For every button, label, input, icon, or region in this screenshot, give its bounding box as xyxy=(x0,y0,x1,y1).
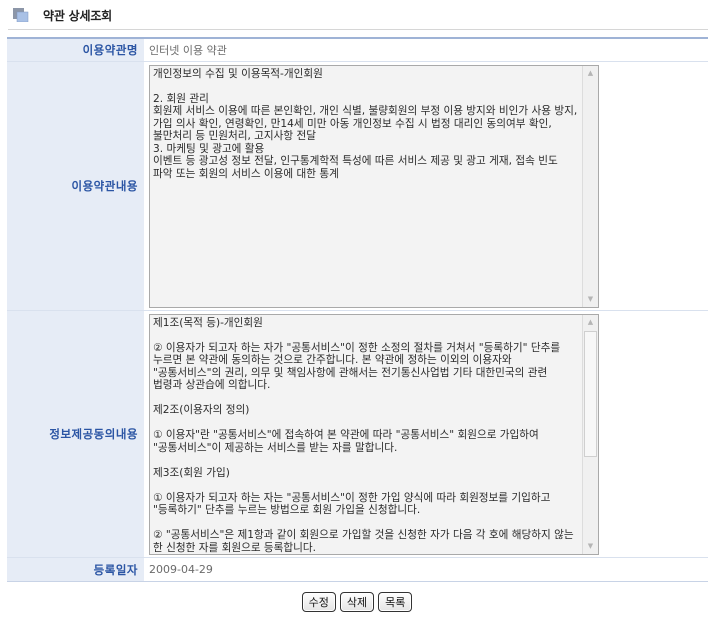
info-consent-scrollbar[interactable]: ▲ ▼ xyxy=(582,314,598,554)
reg-date-value: 2009-04-29 xyxy=(144,558,708,581)
terms-content-scrollbar[interactable]: ▲ ▼ xyxy=(582,65,598,307)
list-button[interactable]: 목록 xyxy=(378,592,413,612)
scroll-down-arrow-icon[interactable]: ▼ xyxy=(583,539,598,554)
terms-content-textarea[interactable]: 개인정보의 수집 및 이용목적-개인회원 2. 회원 관리 회원제 서비스 이용… xyxy=(149,64,599,308)
terms-content-label: 이용약관내용 xyxy=(7,62,144,310)
info-consent-textarea[interactable]: 제1조(목적 등)-개인회원 ② 이용자가 되고자 하는 자가 "공통서비스"이… xyxy=(149,313,599,555)
terms-title-label: 이용약관명 xyxy=(7,39,144,61)
delete-button[interactable]: 삭제 xyxy=(339,592,375,612)
reg-date-label: 등록일자 xyxy=(7,558,144,581)
reg-date-row: 등록일자 2009-04-29 xyxy=(7,558,708,581)
info-consent-label: 정보제공동의내용 xyxy=(7,311,144,557)
info-consent-text: 제1조(목적 등)-개인회원 ② 이용자가 되고자 하는 자가 "공통서비스"이… xyxy=(153,316,574,554)
terms-content-row: 이용약관내용 개인정보의 수집 및 이용목적-개인회원 2. 회원 관리 회원제… xyxy=(7,62,708,311)
scroll-up-arrow-icon[interactable]: ▲ xyxy=(583,315,598,330)
scroll-thumb[interactable] xyxy=(584,330,597,457)
info-consent-cell: 제1조(목적 등)-개인회원 ② 이용자가 되고자 하는 자가 "공통서비스"이… xyxy=(144,311,708,557)
edit-button[interactable]: 수정 xyxy=(301,592,336,612)
scroll-up-arrow-icon[interactable]: ▲ xyxy=(583,66,598,81)
action-buttons: 수정 삭제 목록 xyxy=(0,592,714,612)
terms-title-value: 인터넷 이용 약관 xyxy=(144,39,708,61)
title-divider xyxy=(8,29,708,30)
page-title: 약관 상세조회 xyxy=(43,9,113,23)
terms-detail-table: 이용약관명 인터넷 이용 약관 이용약관내용 개인정보의 수집 및 이용목적-개… xyxy=(7,37,708,582)
info-consent-row: 정보제공동의내용 제1조(목적 등)-개인회원 ② 이용자가 되고자 하는 자가… xyxy=(7,311,708,558)
terms-title-row: 이용약관명 인터넷 이용 약관 xyxy=(7,39,708,62)
terms-content-text: 개인정보의 수집 및 이용목적-개인회원 2. 회원 관리 회원제 서비스 이용… xyxy=(153,67,578,180)
terms-content-cell: 개인정보의 수집 및 이용목적-개인회원 2. 회원 관리 회원제 서비스 이용… xyxy=(144,62,708,310)
scroll-down-arrow-icon[interactable]: ▼ xyxy=(583,292,598,307)
page-header: 약관 상세조회 xyxy=(0,0,714,30)
title-bullet-icon xyxy=(13,8,29,22)
